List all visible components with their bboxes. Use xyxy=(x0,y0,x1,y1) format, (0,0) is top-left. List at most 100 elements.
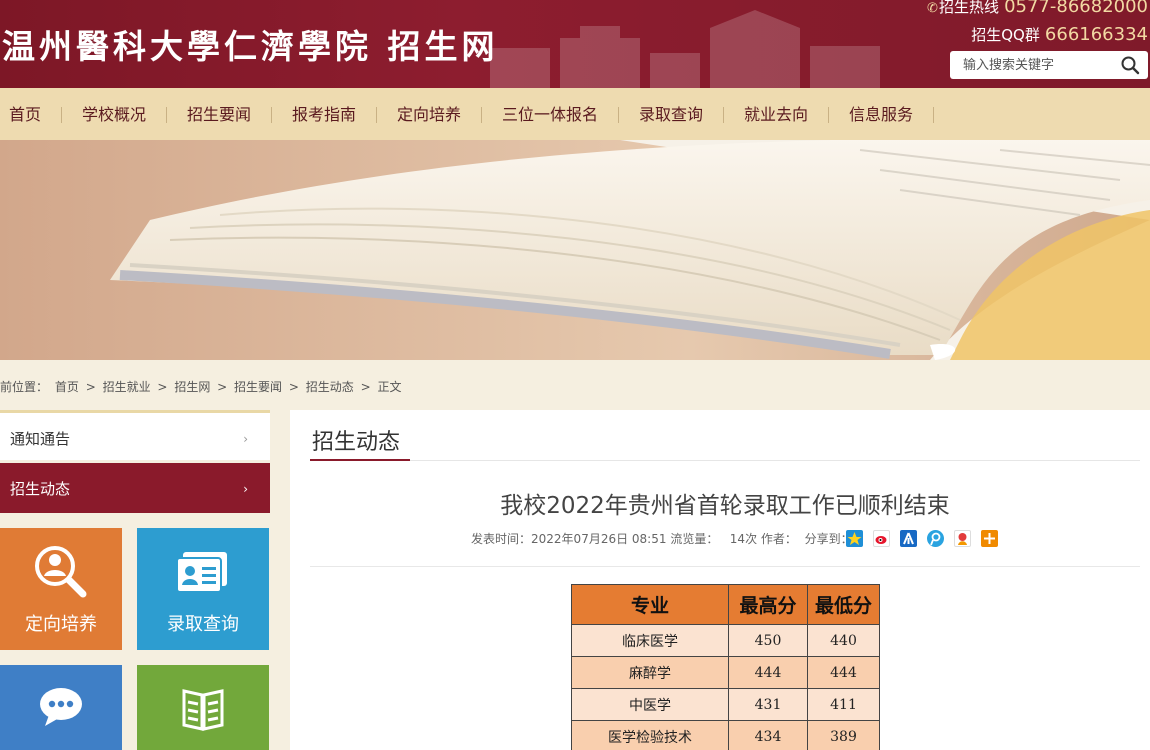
hotline: ✆招生热线 0577-86682000 xyxy=(927,0,1148,17)
side-menu-item-admission-updates[interactable]: 招生动态 › xyxy=(0,463,270,513)
column-header-major: 专业 xyxy=(571,584,729,625)
nav-item-guide[interactable]: 报考指南 xyxy=(292,88,356,140)
nav-divider xyxy=(828,107,829,123)
category-title-underline xyxy=(310,459,410,461)
breadcrumb-separator: > xyxy=(288,380,299,394)
views-label: 流览量： xyxy=(670,532,719,546)
nav-divider xyxy=(933,107,934,123)
side-menu: 通知通告 › 招生动态 › xyxy=(0,410,270,513)
qq-group: 招生QQ群 666166334 xyxy=(971,24,1148,45)
breadcrumb: 前位置： 首页 > 招生就业 > 招生网 > 招生要闻 > 招生动态 > 正文 xyxy=(0,378,405,395)
column-header-min-score: 最低分 xyxy=(807,584,880,625)
cell-max-score: 444 xyxy=(728,656,808,689)
breadcrumb-prefix: 前位置： xyxy=(0,380,49,394)
cell-major: 中医学 xyxy=(571,688,729,721)
hotline-label: 招生热线 xyxy=(938,0,999,16)
breadcrumb-admissions-updates[interactable]: 招生动态 xyxy=(306,380,354,394)
publish-label: 发表时间： xyxy=(471,532,532,546)
nav-divider xyxy=(481,107,482,123)
cell-min-score: 440 xyxy=(807,624,880,657)
share-icons xyxy=(846,530,1003,548)
breadcrumb-admissions-employment[interactable]: 招生就业 xyxy=(103,380,151,394)
breadcrumb-admissions-site[interactable]: 招生网 xyxy=(174,380,210,394)
breadcrumb-separator: > xyxy=(360,380,371,394)
search-icon[interactable] xyxy=(1120,55,1140,75)
chevron-right-icon: › xyxy=(243,432,248,446)
left-sidebar: 通知通告 › 招生动态 › 定向培养 录取查询 xyxy=(0,410,290,750)
qq-label: 招生QQ群 xyxy=(971,26,1040,44)
kaixin-icon[interactable] xyxy=(954,530,972,547)
tile-reading[interactable] xyxy=(137,665,269,750)
table-header-row: 专业 最高分 最低分 xyxy=(571,584,880,625)
tencent-weibo-icon[interactable] xyxy=(927,530,945,547)
nav-divider xyxy=(723,107,724,123)
publish-time: 2022年07月26日 08:51 xyxy=(531,532,667,546)
main-content: 招生动态 我校2022年贵州省首轮录取工作已顺利结束 发表时间：2022年07月… xyxy=(290,410,1150,750)
breadcrumb-current: 正文 xyxy=(377,380,402,394)
cell-min-score: 389 xyxy=(807,720,880,750)
nav-item-home[interactable]: 首页 xyxy=(9,88,41,140)
nav-item-admission-query[interactable]: 录取查询 xyxy=(639,88,703,140)
chat-bubble-icon xyxy=(40,688,82,726)
side-menu-item-notices[interactable]: 通知通告 › xyxy=(0,410,270,460)
campus-building-silhouette xyxy=(490,10,880,88)
nav-divider xyxy=(376,107,377,123)
hotline-number: 0577-86682000 xyxy=(1004,0,1148,17)
renren-icon[interactable] xyxy=(900,530,918,547)
qq-number: 666166334 xyxy=(1044,24,1148,45)
site-title[interactable]: 温州醫科大學仁濟學院 招生网 xyxy=(2,20,499,68)
breadcrumb-admissions-news[interactable]: 招生要闻 xyxy=(234,380,282,394)
nav-divider xyxy=(618,107,619,123)
breadcrumb-separator: > xyxy=(217,380,228,394)
category-title: 招生动态 xyxy=(312,430,401,455)
cell-min-score: 444 xyxy=(807,656,880,689)
cell-major: 临床医学 xyxy=(571,624,729,657)
table-row: 医学检验技术 434 389 xyxy=(571,720,880,750)
score-table: 专业 最高分 最低分 临床医学 450 440 麻醉学 444 444 中医学 … xyxy=(571,584,880,750)
tile-consultation[interactable] xyxy=(0,665,122,750)
chevron-right-icon: › xyxy=(243,482,248,496)
cell-max-score: 434 xyxy=(728,720,808,750)
tile-directed-training[interactable]: 定向培养 xyxy=(0,528,122,650)
search-person-icon xyxy=(35,546,87,598)
search-input[interactable] xyxy=(950,51,1120,79)
breadcrumb-home[interactable]: 首页 xyxy=(55,380,79,394)
nav-item-directed-training[interactable]: 定向培养 xyxy=(397,88,461,140)
nav-item-three-in-one[interactable]: 三位一体报名 xyxy=(502,88,598,140)
more-share-icon[interactable] xyxy=(981,530,999,547)
nav-divider xyxy=(61,107,62,123)
cell-major: 麻醉学 xyxy=(571,656,729,689)
nav-item-employment[interactable]: 就业去向 xyxy=(744,88,808,140)
tile-admission-query[interactable]: 录取查询 xyxy=(137,528,269,650)
phone-icon: ✆ xyxy=(926,1,938,16)
meta-divider xyxy=(310,566,1140,567)
hero-banner xyxy=(0,140,1150,360)
tile-label: 录取查询 xyxy=(167,614,239,635)
search-box xyxy=(950,51,1148,79)
nav-item-about[interactable]: 学校概况 xyxy=(82,88,146,140)
site-header: 温州醫科大學仁濟學院 招生网 ✆招生热线 0577-86682000 招生QQ群… xyxy=(0,0,1150,88)
weibo-icon[interactable] xyxy=(873,530,891,547)
cell-max-score: 450 xyxy=(728,624,808,657)
nav-item-news[interactable]: 招生要闻 xyxy=(187,88,251,140)
nav-item-info-service[interactable]: 信息服务 xyxy=(849,88,913,140)
cell-min-score: 411 xyxy=(807,688,880,721)
nav-divider xyxy=(271,107,272,123)
cell-max-score: 431 xyxy=(728,688,808,721)
column-header-max-score: 最高分 xyxy=(728,584,808,625)
cell-major: 医学检验技术 xyxy=(571,720,729,750)
breadcrumb-separator: > xyxy=(85,380,96,394)
side-menu-item-label: 招生动态 xyxy=(10,480,71,498)
table-row: 麻醉学 444 444 xyxy=(571,656,880,689)
nav-divider xyxy=(166,107,167,123)
tile-label: 定向培养 xyxy=(25,614,97,635)
main-nav: 首页 学校概况 招生要闻 报考指南 定向培养 三位一体报名 录取查询 就业去向 … xyxy=(0,88,1150,140)
side-menu-item-label: 通知通告 xyxy=(10,430,71,448)
open-book-banner-image xyxy=(0,140,1150,360)
category-title-divider xyxy=(310,460,1140,461)
article-meta: 发表时间：2022年07月26日 08:51 流览量： 14次 作者： 分享到： xyxy=(471,530,853,547)
table-row: 临床医学 450 440 xyxy=(571,624,880,657)
id-card-icon xyxy=(177,552,227,592)
article-title: 我校2022年贵州省首轮录取工作已顺利结束 xyxy=(500,493,950,519)
qzone-icon[interactable] xyxy=(846,530,863,547)
